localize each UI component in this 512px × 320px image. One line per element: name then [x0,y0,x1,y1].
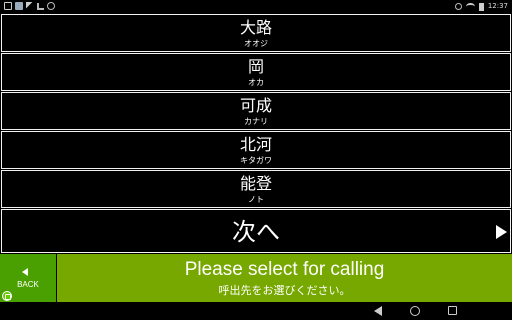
notification-icon [4,2,12,10]
navigation-bar [0,302,512,320]
sync-icon [47,2,55,10]
prompt-banner: Please select for calling 呼出先をお選びください。 [57,254,512,302]
list-item-name: 北河 [239,135,272,154]
status-time: 12:37 [487,2,508,10]
status-bar: 12:37 [0,0,512,13]
play-right-icon [496,225,507,239]
check-icon [37,2,44,10]
list-item-name: 岡 [247,57,264,76]
prompt-japanese: 呼出先をお選びください。 [218,284,351,297]
status-bar-right: 12:37 [454,1,508,12]
signal-icon [26,2,34,10]
list-item[interactable]: 可成 カナリ [1,92,511,130]
list-item-name: 大路 [239,18,272,37]
list-item-reading: オカ [248,78,264,87]
back-label: BACK [17,280,39,289]
list-item-reading: キタガワ [240,156,272,165]
app-badge-icon [2,291,12,301]
status-bar-left-icons [4,2,55,10]
image-icon [15,2,23,10]
battery-icon [478,2,484,11]
next-page-button[interactable]: 次へ [1,209,511,253]
list-item-name: 能登 [239,174,272,193]
nav-back-icon[interactable] [374,306,382,316]
nav-home-icon[interactable] [410,306,420,316]
prompt-english: Please select for calling [184,259,385,280]
list-item-name: 可成 [239,96,272,115]
list-item-reading: オオジ [244,39,268,48]
list-item[interactable]: 岡 オカ [1,53,511,91]
back-button[interactable]: BACK [0,254,56,302]
list-item-reading: ノト [248,195,264,204]
list-item[interactable]: 北河 キタガワ [1,131,511,169]
list-item-reading: カナリ [244,117,268,126]
alarm-icon [454,3,462,10]
list-item[interactable]: 能登 ノト [1,170,511,208]
back-arrow-icon [22,268,28,276]
list-item[interactable]: 大路 オオジ [1,14,511,52]
next-page-label: 次へ [232,218,280,246]
nav-recents-icon[interactable] [448,306,457,315]
wifi-icon [465,3,475,10]
